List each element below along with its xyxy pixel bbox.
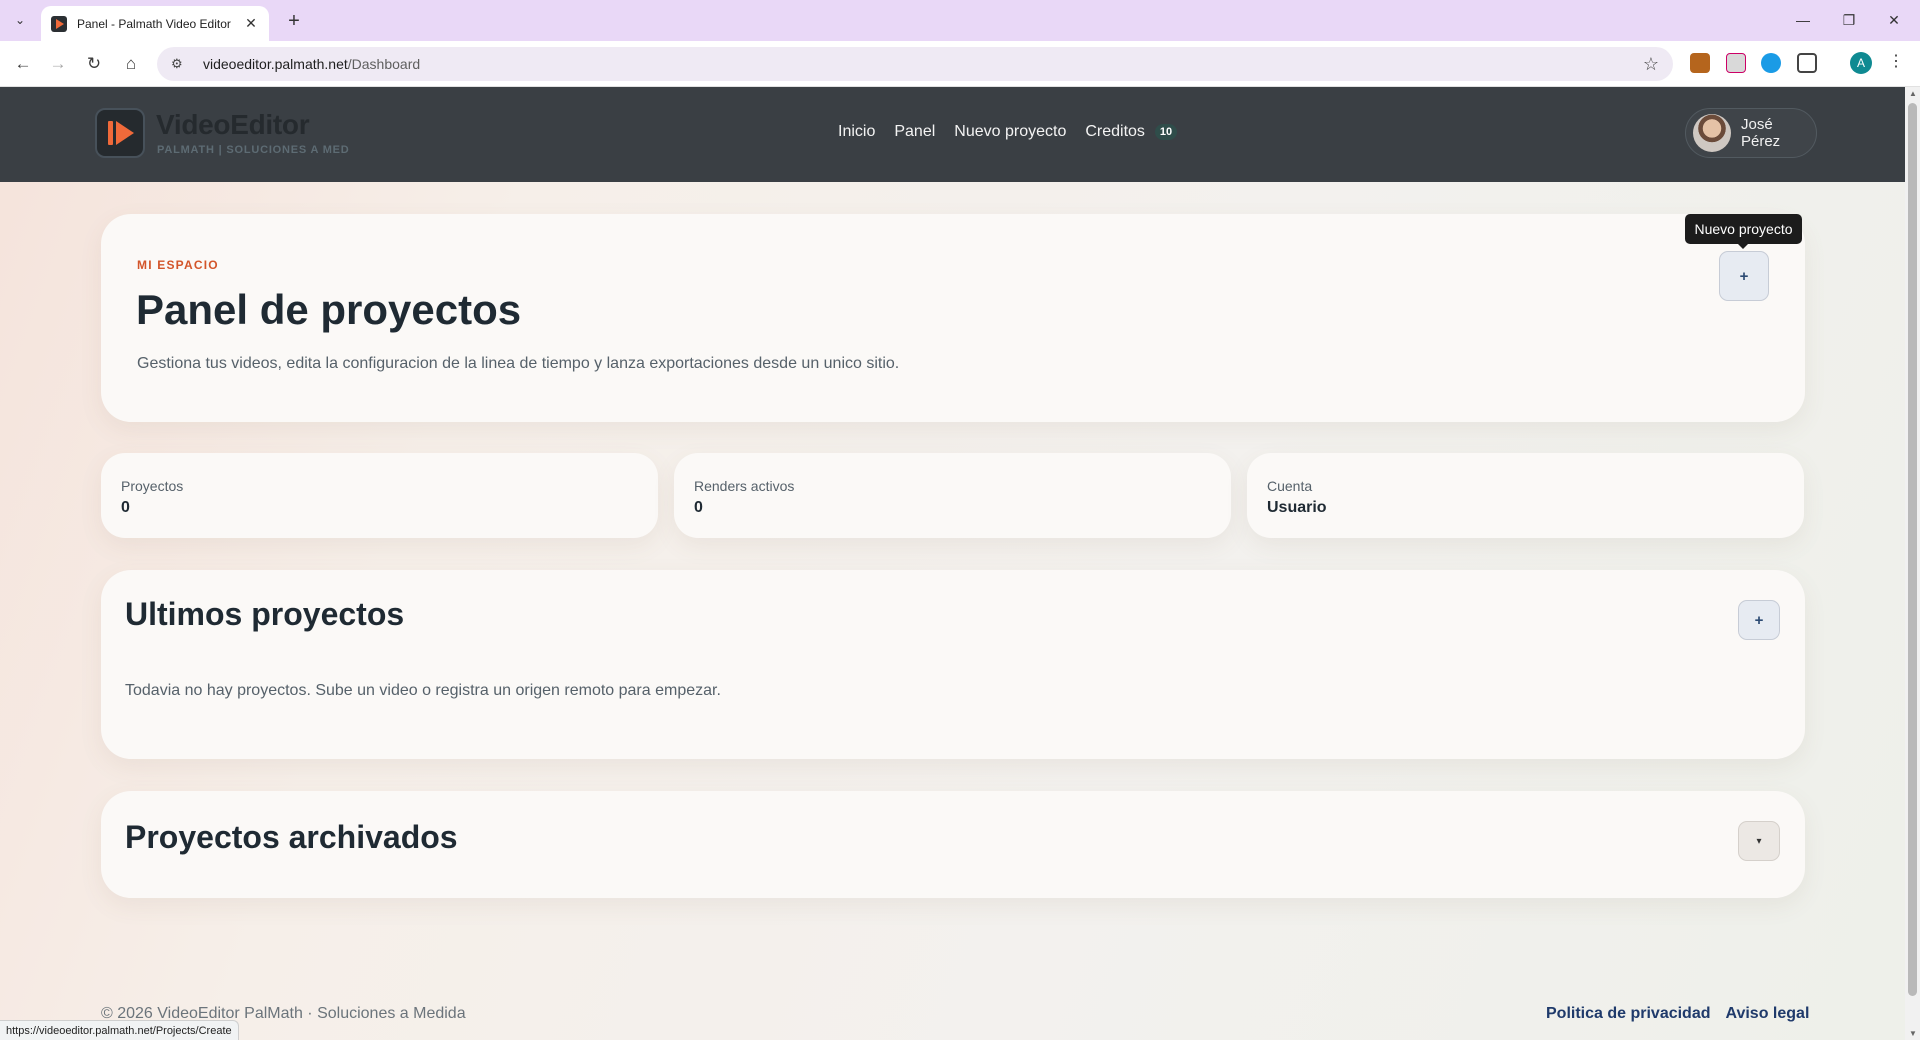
nav-link-panel[interactable]: Panel xyxy=(894,123,935,141)
browser-toolbar: ← → ↻ ⌂ ⚙ videoeditor.palmath.net/Dashbo… xyxy=(0,41,1920,87)
page-viewport: VideoEditor PALMATH | SOLUCIONES A MED I… xyxy=(0,87,1905,1040)
hero-subtitle: Gestiona tus videos, edita la configurac… xyxy=(137,355,900,372)
archived-projects-title: Proyectos archivados xyxy=(125,819,458,855)
archived-projects-card: Proyectos archivados ▾ xyxy=(101,791,1805,898)
extensions-puzzle-icon[interactable] xyxy=(1797,53,1817,73)
stat-card-account: Cuenta Usuario xyxy=(1247,453,1804,538)
home-icon[interactable]: ⌂ xyxy=(117,50,145,78)
nav-link-inicio[interactable]: Inicio xyxy=(838,123,875,141)
add-project-button[interactable]: + xyxy=(1738,600,1780,640)
forward-arrow-icon[interactable]: → xyxy=(44,50,72,78)
download-extension-icon[interactable] xyxy=(1761,53,1781,73)
stat-label: Proyectos xyxy=(121,478,184,494)
restore-icon[interactable]: ❐ xyxy=(1829,6,1869,34)
stat-value: 0 xyxy=(121,499,130,516)
minimize-icon[interactable]: — xyxy=(1783,6,1823,34)
browser-tab-active[interactable]: Panel - Palmath Video Editor ✕ xyxy=(41,6,269,41)
browser-menu-icon[interactable]: ⋮ xyxy=(1888,51,1904,71)
nav-link-creditos-label: Creditos xyxy=(1085,123,1145,140)
stat-value: Usuario xyxy=(1267,499,1327,516)
page-scrollbar[interactable]: ▲ ▼ xyxy=(1905,87,1920,1040)
logo-icon[interactable] xyxy=(95,108,145,158)
stat-card-projects: Proyectos 0 xyxy=(101,453,658,538)
new-project-button[interactable]: + xyxy=(1719,251,1769,301)
nav-link-nuevo-proyecto[interactable]: Nuevo proyecto xyxy=(954,123,1066,141)
scroll-down-icon[interactable]: ▼ xyxy=(1909,1029,1917,1038)
back-arrow-icon[interactable]: ← xyxy=(9,50,37,78)
tab-title: Panel - Palmath Video Editor xyxy=(77,16,231,31)
nav-link-creditos[interactable]: Creditos 10 xyxy=(1085,123,1178,141)
brand-name[interactable]: VideoEditor xyxy=(156,109,310,141)
privacy-policy-link[interactable]: Politica de privacidad xyxy=(1546,1005,1711,1023)
address-bar[interactable]: ⚙ videoeditor.palmath.net/Dashboard ☆ xyxy=(157,47,1673,81)
user-avatar xyxy=(1693,114,1731,152)
tab-favicon-icon xyxy=(51,15,67,32)
stat-label: Cuenta xyxy=(1267,478,1313,494)
stat-value: 0 xyxy=(694,499,703,516)
empty-state-text: Todavia no hay proyectos. Sube un video … xyxy=(125,682,721,699)
site-header: VideoEditor PALMATH | SOLUCIONES A MED I… xyxy=(0,87,1905,182)
user-name: José Pérez xyxy=(1740,116,1781,150)
hero-eyebrow: MI ESPACIO xyxy=(137,258,219,272)
main-nav: Inicio Panel Nuevo proyecto Creditos 10 xyxy=(838,123,1178,141)
credits-count-badge: 10 xyxy=(1154,124,1178,140)
legal-notice-link[interactable]: Aviso legal xyxy=(1726,1005,1810,1023)
recent-projects-title: Ultimos proyectos xyxy=(125,596,405,632)
user-menu-button[interactable]: José Pérez xyxy=(1685,108,1817,158)
stat-card-renders: Renders activos 0 xyxy=(674,453,1231,538)
extension-2-icon[interactable] xyxy=(1726,53,1746,73)
profile-avatar[interactable]: A xyxy=(1850,52,1872,74)
status-bar-url: https://videoeditor.palmath.net/Projects… xyxy=(0,1020,239,1040)
hero-card: MI ESPACIO Panel de proyectos Gestiona t… xyxy=(101,214,1805,422)
footer-links: Politica de privacidad Aviso legal xyxy=(1546,1005,1809,1023)
extension-1-icon[interactable] xyxy=(1690,53,1710,73)
new-project-tooltip: Nuevo proyecto xyxy=(1685,214,1802,249)
stat-label: Renders activos xyxy=(694,478,795,494)
scroll-up-icon[interactable]: ▲ xyxy=(1909,89,1917,98)
tab-list-chevron-icon[interactable]: ⌄ xyxy=(8,8,32,32)
recent-projects-card: Ultimos proyectos + Todavia no hay proye… xyxy=(101,570,1805,759)
reload-icon[interactable]: ↻ xyxy=(80,50,108,78)
brand-tagline: PALMATH | SOLUCIONES A MED xyxy=(157,144,350,156)
page-title: Panel de proyectos xyxy=(136,286,522,333)
url-host: videoeditor.palmath.net xyxy=(203,56,348,72)
url-path: /Dashboard xyxy=(347,56,421,72)
tab-close-icon[interactable]: ✕ xyxy=(243,15,259,32)
browser-tab-bar: ⌄ Panel - Palmath Video Editor ✕ + — ❐ ✕ xyxy=(0,0,1920,41)
new-tab-plus-icon[interactable]: + xyxy=(281,8,307,34)
archived-toggle-button[interactable]: ▾ xyxy=(1738,821,1780,861)
site-info-icon[interactable]: ⚙ xyxy=(171,56,191,72)
scroll-thumb[interactable] xyxy=(1908,103,1917,996)
bookmark-star-icon[interactable]: ☆ xyxy=(1643,54,1659,75)
window-close-icon[interactable]: ✕ xyxy=(1874,6,1914,34)
